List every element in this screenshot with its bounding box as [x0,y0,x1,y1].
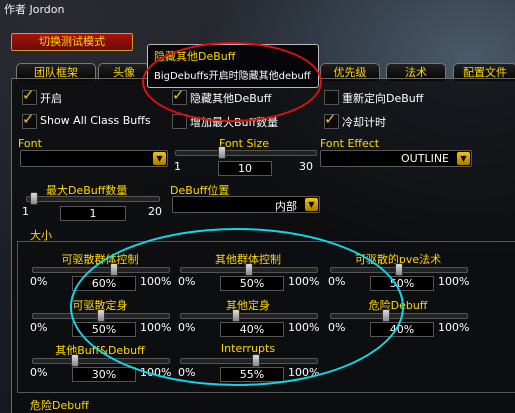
slider-label: 其他定身 [226,299,270,312]
slider-max: 100% [140,321,172,334]
size-slider[interactable] [32,358,170,364]
size-slider-thumb[interactable] [395,263,403,276]
tooltip: 隐藏其他DeBuff BigDebuffs开启时隐藏其他debuff [147,44,319,88]
hide-other-debuff-checkbox[interactable]: ✓ [172,86,187,105]
tooltip-title: 隐藏其他DeBuff [154,50,236,63]
slider-value[interactable]: 30% [72,367,136,382]
font-effect-label: Font Effect [320,137,380,150]
tooltip-text: BigDebuffs开启时隐藏其他debuff [154,71,311,82]
slider-max: 100% [288,275,320,288]
cooldown-timer-checkbox[interactable]: ✓ [324,110,339,129]
slider-min: 0% [328,275,346,288]
chevron-down-icon[interactable]: ▼ [153,152,166,165]
font-size-value[interactable]: 10 [218,161,272,176]
author-label: 作者 Jordon [4,3,65,16]
reanchor-debuff-label: 重新定向DeBuff [342,92,424,105]
slider-max: 100% [438,275,470,288]
max-debuff-value[interactable]: 1 [60,206,126,221]
slider-max: 100% [288,366,320,379]
slider-label: Interrupts [220,342,276,355]
checkmark-icon: ✓ [22,86,35,104]
size-slider-thumb[interactable] [232,309,240,322]
slider-value[interactable]: 50% [220,276,284,291]
size-slider-thumb[interactable] [110,263,118,276]
test-mode-button[interactable]: 切换测试模式 [11,33,133,51]
slider-value[interactable]: 55% [220,367,284,382]
font-effect-dropdown[interactable]: OUTLINE ▼ [320,150,472,167]
slider-label: 危险Debuff [368,299,428,312]
debuff-position-dropdown[interactable]: 内部 ▼ [172,196,320,213]
font-size-slider[interactable] [175,150,317,156]
checkmark-icon: ✓ [22,110,35,128]
slider-min: 0% [178,321,196,334]
slider-max: 100% [140,275,172,288]
font-size-label: Font Size [219,137,270,150]
size-slider[interactable] [180,313,318,319]
enable-checkbox[interactable]: ✓ [22,86,37,105]
font-size-min: 1 [174,160,181,173]
size-slider-thumb[interactable] [252,354,260,367]
size-slider[interactable] [330,313,468,319]
slider-min: 0% [30,321,48,334]
show-class-buffs-checkbox[interactable]: ✓ [22,110,37,129]
size-slider-thumb[interactable] [71,354,79,367]
checkmark-icon: ✓ [172,86,185,104]
cooldown-timer-label: 冷却计时 [342,116,386,129]
font-label: Font [18,137,42,150]
slider-min: 0% [178,275,196,288]
slider-max: 100% [438,321,470,334]
font-size-slider-thumb[interactable] [218,146,226,159]
size-slider[interactable] [180,358,318,364]
enable-label: 开启 [40,92,62,105]
increase-max-buffs-checkbox[interactable] [172,114,187,129]
max-debuff-slider[interactable] [26,196,160,202]
slider-value[interactable]: 50% [72,322,136,337]
slider-max: 100% [288,321,320,334]
checkmark-icon: ✓ [324,110,337,128]
chevron-down-icon[interactable]: ▼ [305,198,318,211]
size-slider-thumb[interactable] [245,263,253,276]
slider-label: 可驱散群体控制 [61,253,139,266]
chevron-down-icon[interactable]: ▼ [457,152,470,165]
slider-value[interactable]: 50% [370,276,434,291]
slider-value[interactable]: 60% [72,276,136,291]
font-dropdown[interactable]: ▼ [20,150,168,167]
max-debuff-slider-thumb[interactable] [30,192,38,205]
font-size-max: 30 [299,160,313,173]
slider-value[interactable]: 40% [370,322,434,337]
slider-max: 100% [140,366,172,379]
hide-other-debuff-label: 隐藏其他DeBuff [190,92,272,105]
danger-debuff-section-title: 危险Debuff [30,399,89,412]
slider-label: 其他Buff&Debuff [55,344,145,357]
slider-value[interactable]: 40% [220,322,284,337]
slider-min: 0% [30,275,48,288]
increase-max-buffs-label: 增加最大Buff数量 [190,116,279,129]
max-debuff-min: 1 [22,205,29,218]
size-slider-thumb[interactable] [97,309,105,322]
show-class-buffs-label: Show All Class Buffs [40,114,151,127]
slider-min: 0% [30,366,48,379]
max-debuff-max: 20 [148,205,162,218]
reanchor-debuff-checkbox[interactable] [324,90,339,105]
slider-min: 0% [178,366,196,379]
size-slider-thumb[interactable] [382,309,390,322]
slider-min: 0% [328,321,346,334]
size-slider[interactable] [32,267,170,273]
